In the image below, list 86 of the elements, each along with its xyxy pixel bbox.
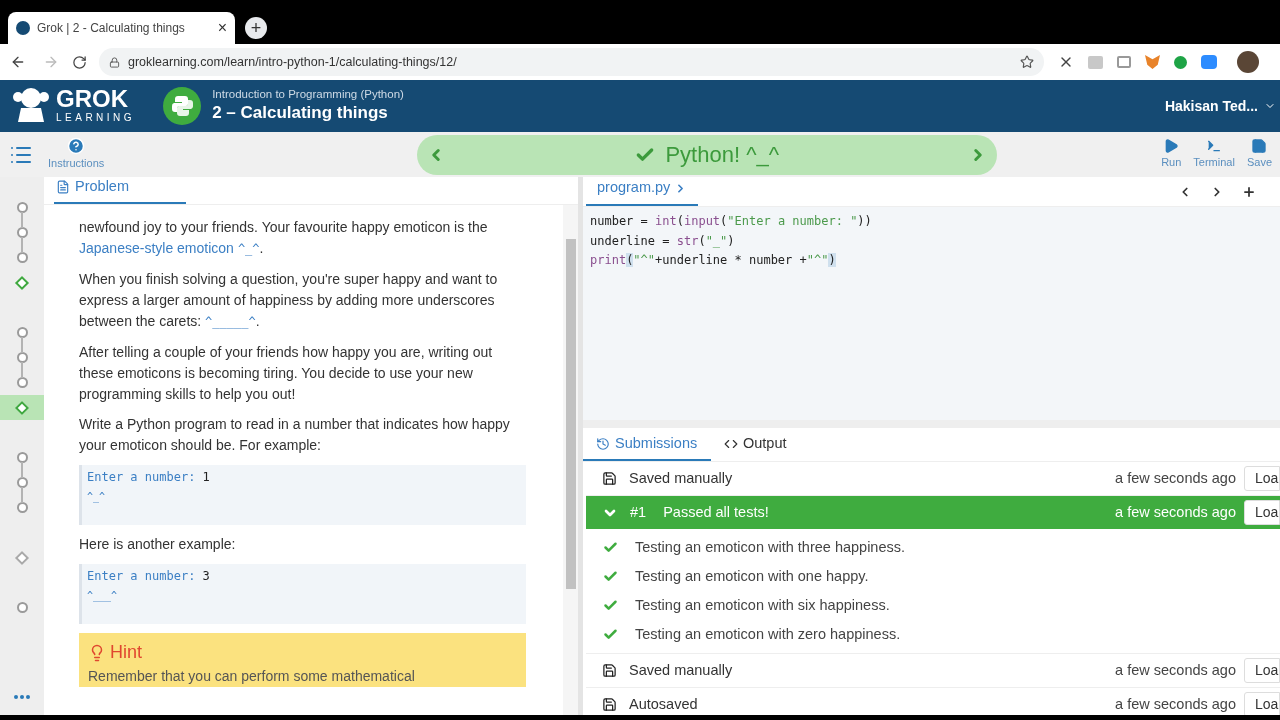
emoticon-link[interactable]: Japanese-style emoticon: [79, 240, 234, 256]
load-button[interactable]: Loa: [1244, 692, 1280, 715]
result-label: Passed all tests!: [663, 502, 769, 522]
result-row[interactable]: #1 Passed all tests! a few seconds ago Loa: [586, 496, 1280, 529]
new-file-icon[interactable]: [1242, 185, 1256, 199]
check-icon: [603, 627, 618, 642]
submission-time: a few seconds ago: [1115, 694, 1236, 714]
test-result: Testing an emoticon with six happiness.: [635, 595, 890, 615]
problem-paragraph: Here is another example:: [79, 535, 237, 554]
chat-extension-icon[interactable]: [1174, 55, 1187, 69]
course-title[interactable]: Introduction to Programming (Python): [212, 87, 404, 101]
more-icon[interactable]: [14, 695, 30, 699]
check-icon: [603, 540, 618, 555]
load-button[interactable]: Loa: [1244, 658, 1280, 683]
play-icon: [1163, 138, 1180, 155]
logo-title: GROK: [56, 87, 129, 111]
url-text: groklearning.com/learn/intro-python-1/calculating-things/12/: [128, 53, 457, 71]
profile-avatar[interactable]: [1237, 51, 1259, 73]
problem-tab[interactable]: Problem: [54, 176, 186, 204]
new-tab-button[interactable]: +: [245, 17, 267, 39]
submission-number: #1: [630, 502, 647, 522]
test-result: Testing an emoticon with three happiness.: [635, 537, 906, 557]
check-icon: [603, 598, 618, 613]
hint-title: Hint: [110, 641, 142, 664]
forward-icon[interactable]: [43, 54, 59, 70]
submission-time: a few seconds ago: [1115, 468, 1236, 488]
tab-title: Grok | 2 - Calculating things: [37, 20, 185, 37]
hint-text: Remember that you can perform some mathematical: [88, 668, 416, 685]
code-line: underline = str("_"): [590, 232, 735, 250]
document-icon: [56, 180, 70, 195]
module-title: 2 – Calculating things: [212, 102, 389, 124]
progress-connector: [21, 237, 23, 253]
progress-connector: [21, 487, 23, 503]
lock-icon: [109, 56, 120, 68]
progress-connector: [21, 362, 23, 378]
submission-label: Autosaved: [629, 694, 698, 714]
reload-icon[interactable]: [72, 54, 87, 70]
load-button[interactable]: Loa: [1244, 466, 1280, 491]
submission-label: Saved manually: [629, 660, 733, 680]
progress-connector: [21, 212, 23, 228]
close-tab-button[interactable]: ×: [217, 16, 227, 40]
problem-paragraph: After telling a couple of your friends how happy you are, writing out these emoticons is becoming tiring. You decide to use your new programming skills to help you out!: [79, 343, 494, 404]
extension-icon[interactable]: [1117, 56, 1131, 68]
example-output: ^_^: [87, 490, 107, 505]
code-line: number = int(input("Enter a number: ")): [590, 213, 872, 230]
address-bar[interactable]: groklearning.com/learn/intro-python-1/calculating-things/12/: [99, 48, 1044, 76]
example-output: ^___^: [87, 589, 119, 604]
progress-connector: [21, 462, 23, 478]
code-extension-icon[interactable]: [1088, 55, 1103, 69]
test-result: Testing an emoticon with one happy.: [635, 566, 869, 586]
site-favicon: [16, 21, 30, 35]
save-icon: [602, 663, 617, 678]
problem-paragraph: newfound joy to your friends. Your favourite happy emoticon is the Japanese-style emoticon ^_^.: [79, 218, 489, 258]
history-icon: [596, 437, 610, 451]
camera-extension-icon[interactable]: [1201, 55, 1217, 69]
submission-label: Saved manually: [629, 468, 733, 488]
progress-connector: [21, 337, 23, 353]
scrollbar[interactable]: [563, 205, 578, 715]
code-icon: [724, 437, 738, 451]
example-line: Enter a number: 1: [87, 469, 211, 486]
results-tab[interactable]: Output: [711, 429, 800, 461]
test-result: Testing an emoticon with zero happiness.: [635, 624, 901, 644]
bookmark-star-icon[interactable]: [1020, 55, 1034, 69]
problem-paragraph: Write a Python program to read in a number that indicates how happy your emoticon should be. For example:: [79, 415, 511, 455]
code-editor[interactable]: number = int(input("Enter a number: ")) underline = str("_") print("^"+underline * number +"^"): [583, 207, 1280, 420]
browser-tab[interactable]: Grok | 2 - Calculating things ×: [8, 12, 235, 44]
example-line: Enter a number: 3: [87, 568, 211, 585]
check-icon: [603, 569, 618, 584]
python-logo-icon: [163, 87, 202, 125]
submission-row[interactable]: Autosaved a few seconds ago Loa: [586, 688, 1280, 715]
code-line: print("^"+underline * number +"^"): [590, 252, 836, 269]
results-tab[interactable]: Submissions: [583, 429, 711, 461]
submission-row[interactable]: Saved manually a few seconds ago Loa: [586, 654, 1280, 688]
save-icon: [602, 697, 617, 712]
load-button[interactable]: Loa: [1244, 500, 1280, 525]
progress-step-selected[interactable]: [0, 395, 44, 420]
back-icon[interactable]: [10, 54, 26, 70]
banner-text: Python! ^_^: [665, 141, 780, 169]
user-menu[interactable]: Hakisan Ted...: [1164, 95, 1276, 117]
save-icon: [602, 471, 617, 486]
help-icon: [67, 137, 86, 156]
problem-paragraph: When you finish solving a question, you're super happy and want to express a larger amount of happiness by adding more underscores between the carets: ^_____^.: [79, 270, 499, 331]
submission-time: a few seconds ago: [1115, 502, 1236, 522]
logo-subtitle: LEARNING: [56, 111, 136, 125]
submission-time: a few seconds ago: [1115, 660, 1236, 680]
fox-extension-icon[interactable]: [1145, 55, 1160, 69]
